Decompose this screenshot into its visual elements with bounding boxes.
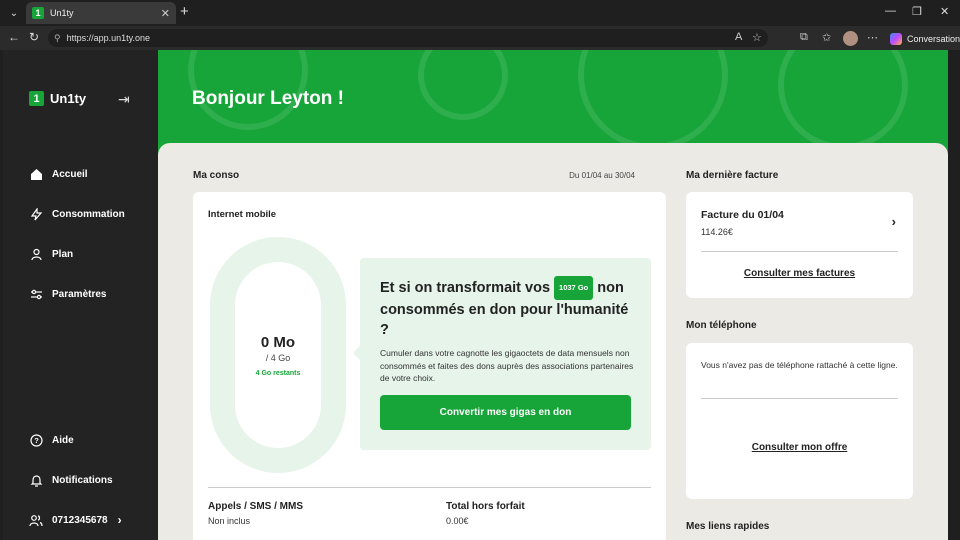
sidebar-item-label: Accueil [52, 168, 88, 180]
bell-icon [29, 473, 43, 487]
browser-address-bar: ← ↻ ⚲ https://app.un1ty.one A ☆ ⧉ ✩ ⋯ Co… [0, 26, 960, 50]
view-invoices-link[interactable]: Consulter mes factures [686, 268, 913, 279]
phone-message: Vous n'avez pas de téléphone rattaché à … [701, 360, 898, 370]
browser-tab[interactable]: 1 Un1ty ✕ [26, 2, 176, 24]
copilot-icon [890, 32, 902, 45]
favorites-bar-icon[interactable]: ✩ [822, 31, 831, 44]
extra-value: 0.00€ [446, 516, 469, 526]
sidebar-item-consommation[interactable]: Consommation [29, 207, 125, 221]
favorite-star-icon[interactable]: ☆ [752, 31, 762, 44]
url-text: https://app.un1ty.one [66, 33, 150, 43]
new-tab-plus-icon[interactable]: + [180, 4, 189, 20]
browser-tab-bar: ⌄ 1 Un1ty ✕ + — ❐ ✕ [0, 0, 960, 26]
collapse-sidebar-icon[interactable]: ⇥ [118, 91, 130, 108]
page-title: Bonjour Leyton ! [192, 88, 344, 109]
sidebar-item-plan[interactable]: Plan [29, 247, 73, 261]
donation-promo: Et si on transformait vos 1037 Go non co… [353, 258, 651, 450]
svg-text:?: ? [34, 436, 39, 445]
profile-avatar[interactable] [843, 31, 858, 46]
convert-gigas-button[interactable]: Convertir mes gigas en don [380, 395, 631, 430]
calls-title: Appels / SMS / MMS [208, 501, 304, 512]
back-arrow-icon[interactable]: ← [8, 30, 20, 44]
sidebar-item-label: Paramètres [52, 288, 107, 300]
invoice-title[interactable]: Facture du 01/04 [701, 209, 784, 221]
conso-card: Internet mobile 0 Mo / 4 Go 4 Go restant… [193, 192, 666, 540]
phone-section-title: Mon téléphone [686, 320, 757, 331]
phone-card: Vous n'avez pas de téléphone rattaché à … [686, 343, 913, 499]
lightning-icon [29, 207, 43, 221]
sidebar-item-notifications[interactable]: Notifications [29, 473, 113, 487]
tab-favicon-icon: 1 [32, 7, 44, 19]
more-menu-icon[interactable]: ⋯ [867, 31, 878, 44]
copilot-label: Conversation [907, 33, 960, 44]
copilot-button[interactable]: Conversation [884, 30, 960, 47]
app-logo[interactable]: 1 Un1ty [29, 91, 86, 106]
invoice-section-title: Ma dernière facture [686, 170, 779, 181]
invoice-card: Facture du 01/04 114.26€ › Consulter mes… [686, 192, 913, 298]
app-window: 1 Un1ty ⇥ Accueil Consommation Plan Para… [3, 50, 948, 540]
read-aloud-icon[interactable]: A [735, 31, 742, 43]
divider [208, 487, 651, 488]
chevron-right-icon[interactable]: › [892, 214, 896, 229]
divider [701, 251, 898, 252]
data-gauge-inner: 0 Mo / 4 Go 4 Go restants [235, 262, 321, 448]
divider [701, 398, 898, 399]
close-window-icon[interactable]: ✕ [940, 5, 949, 18]
invoice-amount: 114.26€ [701, 227, 733, 237]
data-remaining: 4 Go restants [255, 370, 301, 377]
view-offer-link[interactable]: Consulter mon offre [686, 442, 913, 453]
conso-period: Du 01/04 au 30/04 [569, 171, 635, 180]
promo-pointer [353, 346, 360, 360]
sidebar-item-accueil[interactable]: Accueil [29, 167, 88, 181]
unused-data-badge: 1037 Go [554, 276, 594, 300]
users-icon [29, 513, 43, 527]
home-icon [29, 167, 43, 181]
sidebar-item-label: Plan [52, 248, 74, 260]
sliders-icon [29, 287, 43, 301]
data-total: / 4 Go [265, 353, 291, 363]
logo-text: Un1ty [50, 91, 87, 106]
help-icon: ? [29, 433, 43, 447]
person-icon [29, 247, 43, 261]
logo-badge: 1 [29, 91, 44, 106]
tab-title: Un1ty [50, 8, 74, 18]
calls-value: Non inclus [208, 516, 251, 526]
sidebar-item-parametres[interactable]: Paramètres [29, 287, 106, 301]
data-used: 0 Mo [260, 334, 296, 351]
sidebar-item-label: 0712345678 [52, 514, 108, 526]
hero-decoration [578, 50, 728, 150]
promo-title: Et si on transformait vos 1037 Go non co… [380, 276, 640, 340]
data-gauge: 0 Mo / 4 Go 4 Go restants [210, 237, 346, 473]
hero-decoration [778, 50, 908, 150]
maximize-icon[interactable]: ❐ [912, 5, 922, 18]
chevron-right-icon: › [117, 513, 122, 527]
quick-links-title: Mes liens rapides [686, 521, 770, 532]
site-info-icon[interactable]: ⚲ [54, 33, 61, 44]
tab-menu-chevron-icon[interactable]: ⌄ [5, 4, 23, 22]
url-input[interactable]: ⚲ https://app.un1ty.one [48, 29, 768, 47]
conso-section-title: Ma conso [193, 170, 240, 181]
tab-close-icon[interactable]: ✕ [161, 7, 170, 20]
minimize-icon[interactable]: — [885, 5, 896, 17]
internet-label: Internet mobile [208, 209, 277, 220]
sidebar: 1 Un1ty ⇥ Accueil Consommation Plan Para… [3, 50, 158, 540]
dashboard-content: Ma conso Du 01/04 au 30/04 Internet mobi… [158, 143, 948, 540]
promo-description: Cumuler dans votre cagnotte les gigaocte… [380, 348, 634, 383]
sidebar-item-aide[interactable]: ? Aide [29, 433, 74, 447]
promo-title-start: Et si on transformait vos [380, 280, 551, 296]
hero-decoration [418, 50, 508, 120]
extra-title: Total hors forfait [446, 501, 525, 512]
reload-icon[interactable]: ↻ [29, 30, 39, 44]
collections-icon[interactable]: ⧉ [800, 31, 808, 44]
sidebar-item-label: Notifications [52, 474, 113, 486]
sidebar-item-label: Aide [52, 434, 74, 446]
sidebar-item-label: Consommation [52, 208, 125, 220]
sidebar-item-account[interactable]: 0712345678 › [29, 513, 122, 527]
